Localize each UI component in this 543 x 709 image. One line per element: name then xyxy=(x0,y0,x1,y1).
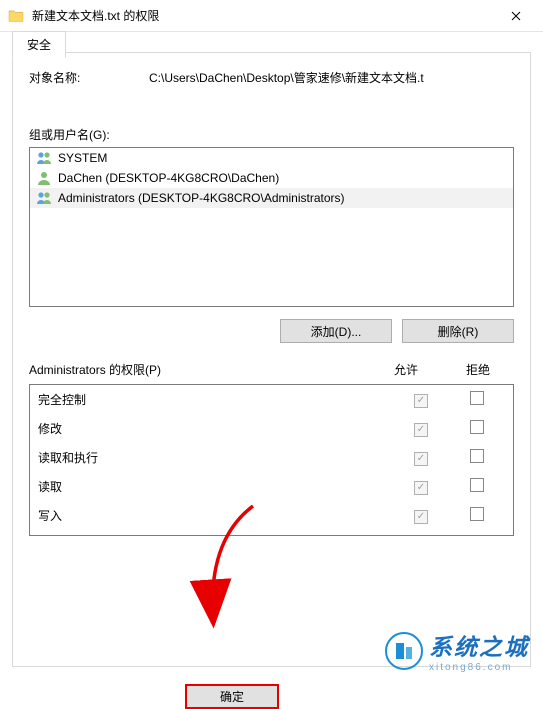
object-path: C:\Users\DaChen\Desktop\管家速修\新建文本文档.t xyxy=(149,69,514,86)
tab-security[interactable]: 安全 xyxy=(12,31,66,58)
allow-checkbox[interactable] xyxy=(414,510,428,524)
object-name-label: 对象名称: xyxy=(29,69,149,86)
permission-label: 读取 xyxy=(38,478,393,495)
deny-checkbox[interactable] xyxy=(470,507,484,521)
folder-icon xyxy=(8,8,24,24)
add-button[interactable]: 添加(D)... xyxy=(280,319,392,343)
dialog-body: 安全 对象名称: C:\Users\DaChen\Desktop\管家速修\新建… xyxy=(0,32,543,681)
remove-button[interactable]: 删除(R) xyxy=(402,319,514,343)
groups-label: 组或用户名(G): xyxy=(29,126,514,143)
deny-column-header: 拒绝 xyxy=(442,361,514,378)
permission-label: 写入 xyxy=(38,507,393,524)
close-icon xyxy=(511,11,521,21)
allow-checkbox[interactable] xyxy=(414,394,428,408)
tab-panel: 安全 对象名称: C:\Users\DaChen\Desktop\管家速修\新建… xyxy=(12,52,531,667)
group-icon xyxy=(36,150,52,166)
permission-label: 完全控制 xyxy=(38,391,393,408)
list-item[interactable]: DaChen (DESKTOP-4KG8CRO\DaChen) xyxy=(30,168,513,188)
titlebar: 新建文本文档.txt 的权限 xyxy=(0,0,543,32)
user-icon xyxy=(36,170,52,186)
object-row: 对象名称: C:\Users\DaChen\Desktop\管家速修\新建文本文… xyxy=(29,69,514,98)
principal-name: DaChen (DESKTOP-4KG8CRO\DaChen) xyxy=(58,171,279,185)
permission-row: 完全控制 xyxy=(30,385,513,414)
deny-checkbox[interactable] xyxy=(470,420,484,434)
permission-row: 读取和执行 xyxy=(30,443,513,472)
permission-row: 修改 xyxy=(30,414,513,443)
permissions-label: Administrators 的权限(P) xyxy=(29,361,370,378)
allow-checkbox[interactable] xyxy=(414,481,428,495)
allow-checkbox[interactable] xyxy=(414,452,428,466)
button-row: 添加(D)... 删除(R) xyxy=(29,319,514,343)
group-icon xyxy=(36,190,52,206)
principal-name: SYSTEM xyxy=(58,151,107,165)
deny-checkbox[interactable] xyxy=(470,478,484,492)
permissions-header: Administrators 的权限(P) 允许 拒绝 xyxy=(29,361,514,378)
list-item[interactable]: Administrators (DESKTOP-4KG8CRO\Administ… xyxy=(30,188,513,208)
principal-name: Administrators (DESKTOP-4KG8CRO\Administ… xyxy=(58,191,345,205)
list-item[interactable]: SYSTEM xyxy=(30,148,513,168)
ok-button[interactable]: 确定 xyxy=(185,684,279,709)
permission-label: 修改 xyxy=(38,420,393,437)
window-title: 新建文本文档.txt 的权限 xyxy=(32,7,493,24)
close-button[interactable] xyxy=(493,0,539,32)
permissions-list[interactable]: 完全控制修改读取和执行读取写入 xyxy=(29,384,514,536)
deny-checkbox[interactable] xyxy=(470,391,484,405)
permission-row: 写入 xyxy=(30,501,513,530)
permission-label: 读取和执行 xyxy=(38,449,393,466)
permission-row: 读取 xyxy=(30,472,513,501)
allow-column-header: 允许 xyxy=(370,361,442,378)
deny-checkbox[interactable] xyxy=(470,449,484,463)
allow-checkbox[interactable] xyxy=(414,423,428,437)
principals-listbox[interactable]: SYSTEM DaChen (DESKTOP-4KG8CRO\DaChen) Adm… xyxy=(29,147,514,307)
